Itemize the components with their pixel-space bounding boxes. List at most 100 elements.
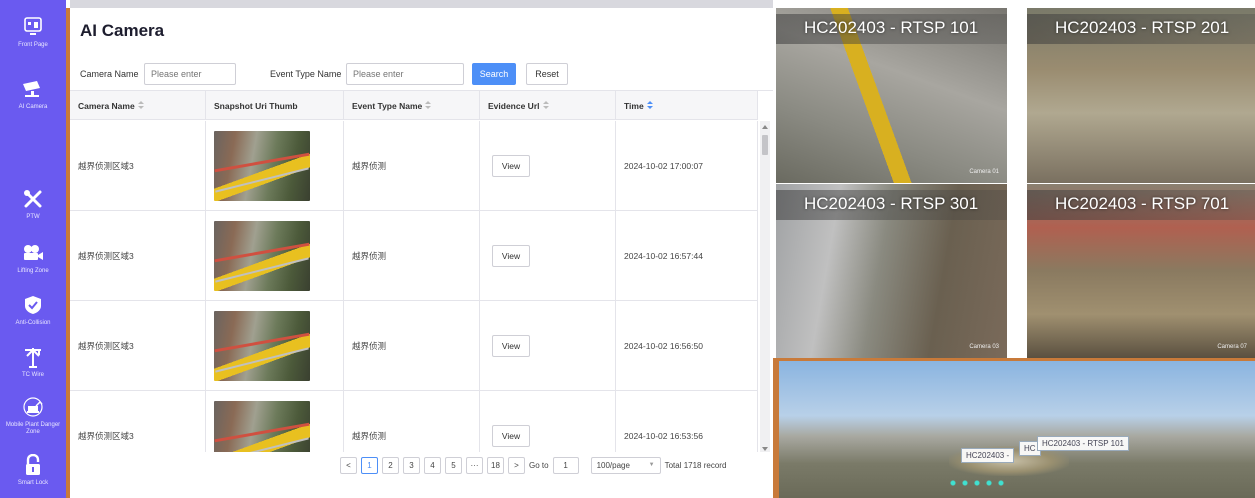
camera-title: HC202403 - RTSP 201 bbox=[1055, 18, 1230, 37]
page-button-5[interactable]: 5 bbox=[445, 456, 462, 474]
snapshot-thumbnail[interactable] bbox=[214, 131, 310, 201]
camera-feed-2[interactable]: HC202403 - RTSP 201 bbox=[1027, 8, 1255, 183]
snapshot-thumbnail[interactable] bbox=[214, 401, 310, 452]
view-button[interactable]: View bbox=[492, 245, 530, 267]
scroll-up-icon[interactable] bbox=[762, 125, 768, 129]
map-camera-label[interactable]: HC202403 - bbox=[961, 448, 1015, 463]
table-scrollbar[interactable] bbox=[760, 121, 770, 452]
camera-stamp: Camera 07 bbox=[1217, 344, 1247, 350]
snapshot-cell bbox=[206, 391, 344, 452]
camera-feed-1[interactable]: HC202403 - RTSP 101 Camera 01 bbox=[776, 8, 1007, 183]
app-root: Front Page AI Camera PTW Lifting Zone An bbox=[0, 0, 1255, 498]
camera-feed-3[interactable]: HC202403 - RTSP 301 Camera 03 bbox=[776, 184, 1007, 358]
tower-crane-icon bbox=[20, 344, 46, 370]
sidebar-item-label: Mobile Plant Danger Zone bbox=[5, 422, 61, 435]
table-row: 越界侦测区域3 越界侦测 View 2024-10-02 17:00:07 bbox=[70, 121, 758, 211]
sidebar-item-front-page[interactable]: Front Page bbox=[0, 14, 66, 49]
table-header: Camera Name Snapshot Uri Thumb Event Typ… bbox=[70, 91, 758, 120]
sidebar-item-tc-wire[interactable]: TC Wire bbox=[0, 344, 66, 379]
map-camera-label[interactable]: HC202403 - RTSP 101 bbox=[1037, 436, 1129, 451]
more-pages-button[interactable]: ··· bbox=[466, 456, 483, 474]
column-header-snapshot: Snapshot Uri Thumb bbox=[206, 91, 344, 120]
sidebar-item-label: Smart Lock bbox=[17, 480, 49, 486]
prev-page-button[interactable]: < bbox=[340, 456, 357, 474]
excavator-icon bbox=[20, 394, 46, 420]
total-records: Total 1718 record bbox=[664, 460, 727, 470]
view-button[interactable]: View bbox=[492, 425, 530, 447]
snapshot-thumbnail[interactable] bbox=[214, 221, 310, 291]
event-type-name-label: Event Type Name bbox=[270, 69, 342, 79]
column-header-camera-name[interactable]: Camera Name bbox=[70, 91, 206, 120]
sidebar-item-label: Lifting Zone bbox=[17, 268, 49, 274]
scroll-thumb[interactable] bbox=[762, 135, 768, 155]
event-type-name-input[interactable] bbox=[346, 63, 464, 85]
table-row: 越界侦测区域3 越界侦测 View 2024-10-02 16:56:50 bbox=[70, 301, 758, 391]
camera-name-cell: 越界侦测区域3 bbox=[70, 211, 206, 301]
camera-name-cell: 越界侦测区域3 bbox=[70, 301, 206, 391]
sort-icon[interactable] bbox=[646, 101, 654, 110]
page-button-3[interactable]: 3 bbox=[403, 456, 420, 474]
view-button[interactable]: View bbox=[492, 155, 530, 177]
view-button[interactable]: View bbox=[492, 335, 530, 357]
site-markers bbox=[947, 476, 1007, 490]
sort-icon[interactable] bbox=[542, 101, 550, 110]
sidebar-item-lifting-zone[interactable]: Lifting Zone bbox=[0, 240, 66, 275]
evidence-cell: View bbox=[480, 301, 616, 391]
camera-stamp: Camera 03 bbox=[969, 344, 999, 350]
snapshot-cell bbox=[206, 301, 344, 391]
camera-feed-4[interactable]: HC202403 - RTSP 701 Camera 07 bbox=[1027, 184, 1255, 358]
camera-name-input[interactable] bbox=[144, 63, 236, 85]
site-3d-map[interactable]: HC202403 - HC HC202403 - RTSP 101 bbox=[773, 358, 1255, 498]
page-button-1[interactable]: 1 bbox=[361, 456, 378, 474]
sidebar-item-mobile-plant-danger-zone[interactable]: Mobile Plant Danger Zone bbox=[0, 394, 66, 436]
sort-icon[interactable] bbox=[425, 101, 432, 110]
reset-button[interactable]: Reset bbox=[526, 63, 568, 85]
page-button-18[interactable]: 18 bbox=[487, 456, 504, 474]
camera-name-cell: 越界侦测区域3 bbox=[70, 391, 206, 452]
sidebar-item-label: AI Camera bbox=[18, 104, 48, 110]
sidebar-item-label: Front Page bbox=[18, 42, 48, 48]
time-cell: 2024-10-02 17:00:07 bbox=[616, 121, 758, 211]
column-header-evidence-url[interactable]: Evidence Url bbox=[480, 91, 616, 120]
goto-page-input[interactable]: 1 bbox=[552, 456, 579, 474]
top-strip bbox=[70, 0, 773, 8]
sort-icon[interactable] bbox=[137, 101, 145, 110]
events-table: Camera Name Snapshot Uri Thumb Event Typ… bbox=[70, 90, 773, 452]
sidebar-item-anti-collision[interactable]: Anti-Collision bbox=[0, 292, 66, 327]
camera-stamp: Camera 01 bbox=[969, 169, 999, 175]
search-button[interactable]: Search bbox=[472, 63, 516, 85]
sidebar-item-smart-lock[interactable]: Smart Lock bbox=[0, 452, 66, 487]
time-cell: 2024-10-02 16:53:56 bbox=[616, 391, 758, 452]
sidebar-item-label: Anti-Collision bbox=[15, 320, 51, 326]
time-cell: 2024-10-02 16:57:44 bbox=[616, 211, 758, 301]
page-title: AI Camera bbox=[80, 21, 165, 40]
page-size-select[interactable]: 100/page ▼ bbox=[590, 456, 661, 474]
evidence-cell: View bbox=[480, 391, 616, 452]
table-row: 越界侦测区域3 越界侦测 View 2024-10-02 16:57:44 bbox=[70, 211, 758, 301]
sidebar-item-ptw[interactable]: PTW bbox=[0, 186, 66, 221]
snapshot-cell bbox=[206, 211, 344, 301]
table-row: 越界侦测区域3 越界侦测 View 2024-10-02 16:53:56 bbox=[70, 391, 758, 452]
scroll-down-icon[interactable] bbox=[762, 447, 768, 451]
dashboard-icon bbox=[20, 14, 46, 40]
event-type-cell: 越界侦测 bbox=[344, 121, 480, 211]
page-button-4[interactable]: 4 bbox=[424, 456, 441, 474]
next-page-button[interactable]: > bbox=[508, 456, 525, 474]
camera-name-label: Camera Name bbox=[80, 69, 139, 79]
goto-label: Go to bbox=[529, 460, 549, 470]
event-type-cell: 越界侦测 bbox=[344, 391, 480, 452]
event-type-cell: 越界侦测 bbox=[344, 301, 480, 391]
column-header-time[interactable]: Time bbox=[616, 91, 758, 120]
evidence-cell: View bbox=[480, 211, 616, 301]
sidebar-item-ai-camera[interactable]: AI Camera bbox=[0, 76, 66, 111]
snapshot-thumbnail[interactable] bbox=[214, 311, 310, 381]
time-cell: 2024-10-02 16:56:50 bbox=[616, 301, 758, 391]
camera-grid-divider bbox=[1007, 8, 1027, 358]
page-button-2[interactable]: 2 bbox=[382, 456, 399, 474]
evidence-cell: View bbox=[480, 121, 616, 211]
shield-check-icon bbox=[20, 292, 46, 318]
column-header-event-type[interactable]: Event Type Name bbox=[344, 91, 480, 120]
sidebar-item-label: PTW bbox=[26, 214, 40, 220]
pagination: < 1 2 3 4 5 ··· 18 > Go to 1 100/page ▼ … bbox=[340, 456, 726, 474]
camera-title: HC202403 - RTSP 301 bbox=[804, 194, 979, 213]
